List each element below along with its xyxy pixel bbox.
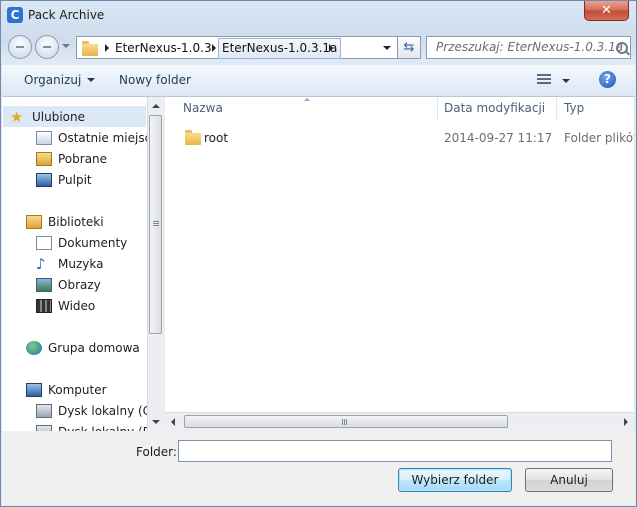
music-icon: ♪	[36, 255, 46, 273]
command-bar: Organizuj Nowy folder ?	[2, 65, 635, 97]
back-button[interactable]	[8, 35, 32, 59]
sidebar-item-label: Muzyka	[58, 257, 104, 271]
documents-icon	[36, 236, 52, 250]
sidebar-item-label: Biblioteki	[48, 215, 104, 229]
star-icon: ★	[10, 108, 24, 126]
sidebar-item-label: Ulubione	[32, 110, 86, 124]
recent-locations-dropdown[interactable]	[62, 44, 70, 48]
sidebar-item-label: Dysk lokalny (D:)	[58, 422, 147, 431]
file-list: Nazwa Data modyfikacji Typ root 2014-09-…	[165, 97, 634, 412]
column-divider[interactable]	[437, 97, 438, 120]
column-divider[interactable]	[556, 97, 557, 120]
cancel-button[interactable]: Anuluj	[525, 468, 613, 492]
homegroup-icon	[26, 341, 42, 355]
folder-icon	[185, 130, 201, 145]
sidebar-item-label: Dokumenty	[58, 236, 128, 250]
downloads-icon	[36, 152, 52, 166]
file-name: root	[204, 131, 229, 145]
select-folder-button[interactable]: Wybierz folder	[398, 468, 512, 492]
sidebar-item-label: Grupa domowa	[48, 341, 140, 355]
help-icon[interactable]: ?	[599, 71, 616, 88]
chevron-down-icon	[87, 78, 96, 82]
sidebar-item-label: Wideo	[58, 299, 96, 313]
desktop-icon	[36, 173, 52, 187]
column-header-date-modified[interactable]: Data modyfikacji	[444, 97, 545, 120]
grip-icon	[153, 221, 159, 227]
sidebar-item-label: Pobrane	[58, 152, 108, 166]
view-dropdown-icon[interactable]	[562, 79, 570, 83]
sidebar-item-label: Ostatnie miejsca	[58, 131, 147, 145]
scroll-right-icon[interactable]	[624, 418, 628, 426]
refresh-button[interactable]: ⇆	[397, 36, 421, 59]
breadcrumb-item[interactable]: EterNexus-1.0.3	[115, 41, 212, 55]
sidebar-item-label: Pulpit	[58, 173, 92, 187]
sort-ascending-icon	[304, 98, 310, 101]
organize-label: Organizuj	[24, 73, 82, 87]
column-header-name[interactable]: Nazwa	[183, 97, 223, 120]
address-bar[interactable]: EterNexus-1.0.3 EterNexus-1.0.3.1a	[76, 36, 421, 59]
scroll-up-icon[interactable]	[152, 104, 160, 108]
search-input[interactable]: Przeszukaj: EterNexus-1.0.3.1a	[426, 36, 631, 59]
sidebar-item-label: Komputer	[48, 383, 107, 397]
column-header-type[interactable]: Typ	[564, 97, 584, 120]
recent-places-icon	[36, 131, 52, 145]
title-bar: C Pack Archive ✕	[1, 1, 636, 31]
sidebar-item-label: Dysk lokalny (C:)	[58, 404, 147, 418]
pack-archive-dialog: C Pack Archive ✕ EterNexus-1.0.3 EterNex…	[0, 0, 637, 507]
sidebar-item-label: Obrazy	[58, 278, 101, 292]
videos-icon	[36, 299, 52, 313]
address-dropdown-icon[interactable]	[383, 46, 391, 50]
scroll-down-icon[interactable]	[152, 420, 160, 424]
folder-icon	[82, 41, 98, 56]
new-folder-button[interactable]: Nowy folder	[119, 73, 191, 87]
pictures-icon	[36, 278, 52, 292]
scrollbar-thumb[interactable]	[184, 415, 508, 428]
breadcrumb-item-current[interactable]: EterNexus-1.0.3.1a	[218, 38, 342, 59]
file-list-horizontal-scrollbar[interactable]	[165, 412, 634, 431]
file-type: Folder plików	[564, 131, 634, 145]
navigation-pane-scrollbar[interactable]	[147, 97, 165, 431]
chevron-right-icon[interactable]	[105, 44, 109, 52]
chevron-right-icon[interactable]	[212, 44, 216, 52]
grip-icon	[342, 419, 348, 425]
search-icon[interactable]	[616, 42, 628, 54]
close-button[interactable]: ✕	[584, 1, 629, 21]
navigation-pane: ★ Ulubione Ostatnie miejsca Pobrane Pulp…	[2, 97, 147, 431]
file-date-modified: 2014-09-27 11:17	[444, 131, 553, 145]
window-title: Pack Archive	[28, 8, 105, 22]
folder-name-input[interactable]	[178, 440, 612, 462]
chevron-right-icon[interactable]	[329, 44, 333, 52]
folder-label: Folder:	[136, 445, 177, 459]
view-options-icon[interactable]	[537, 74, 551, 85]
libraries-icon	[26, 215, 42, 229]
scrollbar-thumb[interactable]	[149, 115, 162, 334]
dialog-footer: Folder: Wybierz folder Anuluj	[2, 431, 635, 505]
app-icon: C	[7, 7, 23, 23]
table-row[interactable]: root 2014-09-27 11:17 Folder plików	[165, 127, 634, 149]
scroll-left-icon[interactable]	[171, 418, 175, 426]
organize-button[interactable]: Organizuj	[24, 73, 96, 87]
computer-icon	[26, 383, 42, 397]
local-disk-icon	[36, 404, 52, 418]
forward-button[interactable]	[35, 35, 59, 59]
